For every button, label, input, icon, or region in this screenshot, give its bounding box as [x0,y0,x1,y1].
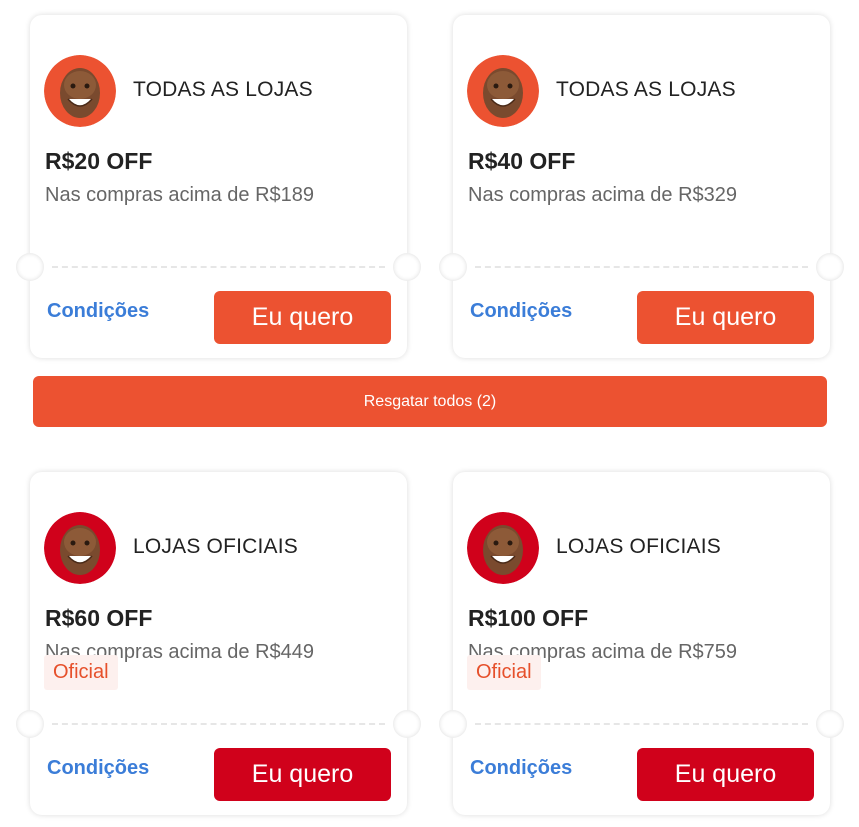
minimum-purchase-text: Nas compras acima de R$189 [45,184,315,206]
person-face-avatar-icon [44,512,116,584]
discount-amount: R$20 OFF [45,148,153,174]
discount-amount: R$100 OFF [468,605,589,631]
coupon-card: TODAS AS LOJAS R$40 OFF Nas compras acim… [439,15,844,358]
coupon-card: LOJAS OFICIAIS R$60 OFF Nas compras acim… [16,472,421,815]
claim-all-button[interactable]: Resgatar todos (2) [33,376,827,427]
divider [52,723,385,725]
conditions-link[interactable]: Condições [47,757,149,780]
discount-amount: R$40 OFF [468,148,576,174]
ticket-notch [16,710,44,738]
divider [475,266,808,268]
store-scope-label: TODAS AS LOJAS [133,78,313,101]
claim-coupon-button[interactable]: Eu quero [214,748,391,801]
conditions-link[interactable]: Condições [470,757,572,780]
ticket-notch [816,710,844,738]
minimum-purchase-text: Nas compras acima de R$329 [468,184,738,206]
store-scope-label: TODAS AS LOJAS [556,78,736,101]
official-badge: Oficial [44,655,118,690]
ticket-notch [439,253,467,281]
person-face-avatar-icon [44,55,116,127]
person-face-avatar-icon [467,512,539,584]
discount-amount: R$60 OFF [45,605,153,631]
divider [52,266,385,268]
official-badge: Oficial [467,655,541,690]
claim-coupon-button[interactable]: Eu quero [637,748,814,801]
ticket-notch [816,253,844,281]
coupon-card: TODAS AS LOJAS R$20 OFF Nas compras acim… [16,15,421,358]
claim-coupon-button[interactable]: Eu quero [637,291,814,344]
person-face-avatar-icon [467,55,539,127]
conditions-link[interactable]: Condições [47,300,149,323]
store-scope-label: LOJAS OFICIAIS [556,535,722,558]
store-scope-label: LOJAS OFICIAIS [133,535,299,558]
conditions-link[interactable]: Condições [470,300,572,323]
ticket-notch [439,710,467,738]
ticket-notch [16,253,44,281]
divider [475,723,808,725]
claim-coupon-button[interactable]: Eu quero [214,291,391,344]
ticket-notch [393,710,421,738]
ticket-notch [393,253,421,281]
coupon-card: LOJAS OFICIAIS R$100 OFF Nas compras aci… [439,472,844,815]
